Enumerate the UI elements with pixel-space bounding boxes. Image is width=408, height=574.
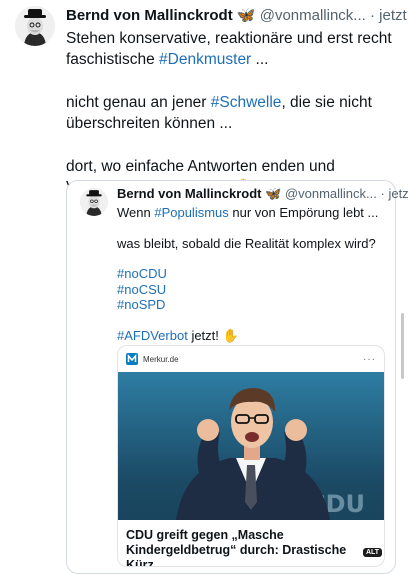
hashtag-nocsu[interactable]: #noCSU bbox=[117, 282, 388, 298]
text-segment: nicht genau an jener bbox=[66, 94, 211, 111]
article-photo-illustration: CDU bbox=[118, 372, 384, 520]
hashtag-denkmuster[interactable]: #Denkmuster bbox=[159, 51, 251, 68]
text-segment: jetzt! ✋ bbox=[187, 327, 239, 343]
post-header: Bernd von Mallinckrodt 🦋 @vonmallinck...… bbox=[66, 6, 407, 24]
more-options-button[interactable]: ··· bbox=[363, 354, 376, 365]
text-segment: nur von Empörung lebt ... bbox=[228, 205, 379, 220]
hashtag-nocdu[interactable]: #noCDU bbox=[117, 266, 388, 282]
card-source-row: Merkur.de ··· bbox=[118, 346, 384, 372]
post-paragraph-2: nicht genau an jener #Schwelle, die sie … bbox=[66, 92, 398, 134]
quoted-line-1: Wenn #Populismus nur von Empörung lebt .… bbox=[117, 205, 388, 221]
text-segment: Wenn bbox=[117, 205, 155, 220]
card-source: Merkur.de bbox=[143, 354, 179, 364]
hashtag-nospd[interactable]: #noSPD bbox=[117, 297, 388, 313]
link-preview-card[interactable]: Merkur.de ··· CDU CDU greift gegen „Masc… bbox=[117, 345, 385, 567]
quoted-author-avatar[interactable] bbox=[80, 188, 108, 216]
author-handle[interactable]: @vonmallinck... bbox=[260, 7, 366, 24]
separator-dot: · bbox=[369, 7, 375, 24]
avatar-portrait-icon bbox=[15, 6, 55, 46]
text-segment: ... bbox=[251, 51, 269, 68]
verified-butterfly-icon: 🦋 bbox=[236, 7, 256, 24]
hashtag-schwelle[interactable]: #Schwelle bbox=[211, 94, 282, 111]
quoted-author-handle[interactable]: @vonmallinck... bbox=[285, 186, 377, 201]
quoted-post-header: Bernd von Mallinckrodt 🦋 @vonmallinck...… bbox=[117, 186, 408, 202]
quoted-post-text: Wenn #Populismus nur von Empörung lebt .… bbox=[117, 205, 388, 358]
hashtag-list: #noCDU #noCSU #noSPD bbox=[117, 266, 388, 313]
quoted-line-2: was bleibt, sobald die Realität komplex … bbox=[117, 235, 376, 251]
merkur-logo-icon bbox=[126, 353, 138, 365]
post-paragraph-1: Stehen konservative, reaktionäre und ers… bbox=[66, 28, 398, 70]
hashtag-afdverbot[interactable]: #AFDVerbot bbox=[117, 328, 188, 343]
hashtag-populismus[interactable]: #Populismus bbox=[154, 205, 228, 220]
author-avatar[interactable] bbox=[15, 6, 55, 46]
quoted-line-4: #AFDVerbot jetzt! ✋ bbox=[117, 328, 388, 344]
post-time[interactable]: jetzt bbox=[379, 7, 407, 24]
scrollbar[interactable] bbox=[401, 313, 404, 379]
author-name[interactable]: Bernd von Mallinckrodt bbox=[66, 7, 233, 24]
card-title[interactable]: CDU greift gegen „Masche Kindergeldbetru… bbox=[126, 528, 376, 566]
separator-dot: · bbox=[380, 186, 385, 201]
verified-butterfly-icon: 🦋 bbox=[265, 186, 282, 201]
quoted-post-time[interactable]: jetzt bbox=[388, 186, 408, 201]
avatar-portrait-icon bbox=[80, 188, 108, 216]
article-photo: CDU bbox=[118, 372, 384, 520]
quoted-author-name[interactable]: Bernd von Mallinckrodt bbox=[117, 186, 261, 201]
alt-badge[interactable]: ALT bbox=[363, 548, 383, 557]
